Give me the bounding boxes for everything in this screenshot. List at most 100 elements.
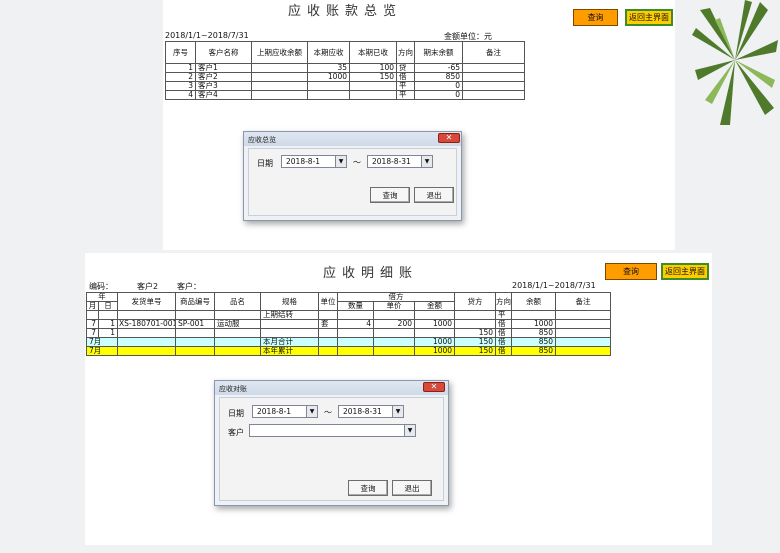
- close-icon[interactable]: ✕: [423, 382, 445, 392]
- detail-home-button[interactable]: 返回主界面: [661, 263, 709, 280]
- chevron-down-icon[interactable]: ▼: [335, 155, 347, 168]
- cell[interactable]: [251, 63, 308, 73]
- cell[interactable]: [373, 310, 415, 320]
- cell[interactable]: [214, 328, 261, 338]
- cell[interactable]: 850: [511, 337, 557, 347]
- cell[interactable]: 套: [318, 319, 338, 329]
- dialog-exit-button[interactable]: 退出: [414, 187, 454, 203]
- cell[interactable]: 客户1: [195, 63, 252, 73]
- cell[interactable]: [337, 337, 374, 347]
- cell[interactable]: [318, 337, 338, 347]
- cell[interactable]: 3: [165, 81, 196, 91]
- start-date-combo[interactable]: 2018-8-1: [281, 155, 336, 168]
- cell[interactable]: [117, 337, 176, 347]
- dialog-query-button[interactable]: 查询: [348, 480, 388, 496]
- cell[interactable]: 850: [511, 346, 557, 356]
- end-date-combo[interactable]: 2018-8-31: [338, 405, 393, 418]
- cell[interactable]: 借: [495, 328, 513, 338]
- cell[interactable]: 0: [414, 90, 463, 100]
- cell[interactable]: 1: [98, 319, 118, 329]
- cell[interactable]: 上期结转: [260, 310, 319, 320]
- cell[interactable]: 4: [337, 319, 374, 329]
- cell[interactable]: [555, 319, 612, 329]
- summary-query-button[interactable]: 查询: [573, 9, 618, 26]
- cell[interactable]: 150: [454, 337, 497, 347]
- close-icon[interactable]: ✕: [438, 133, 460, 143]
- cell[interactable]: [86, 310, 99, 320]
- cell[interactable]: [349, 90, 397, 100]
- cell[interactable]: 7: [86, 328, 99, 338]
- cell[interactable]: 200: [373, 319, 415, 329]
- cell[interactable]: [511, 310, 557, 320]
- cell[interactable]: [117, 310, 176, 320]
- cell[interactable]: [117, 328, 176, 338]
- cell[interactable]: 850: [511, 328, 557, 338]
- cell[interactable]: [307, 81, 350, 91]
- cell[interactable]: 本月合计: [260, 337, 319, 347]
- cell[interactable]: [337, 310, 374, 320]
- cell[interactable]: 1000: [413, 346, 456, 356]
- customer-combo[interactable]: [249, 424, 405, 437]
- cell[interactable]: [373, 346, 415, 356]
- cell[interactable]: 客户4: [195, 90, 252, 100]
- chevron-down-icon[interactable]: ▼: [421, 155, 433, 168]
- cell[interactable]: 150: [454, 328, 497, 338]
- cell[interactable]: 7月: [86, 346, 118, 356]
- cell[interactable]: 本年累计: [260, 346, 319, 356]
- cell[interactable]: 借: [495, 337, 513, 347]
- chevron-down-icon[interactable]: ▼: [392, 405, 404, 418]
- cell[interactable]: [251, 81, 308, 91]
- cell[interactable]: [175, 310, 215, 320]
- cell[interactable]: 2: [165, 72, 196, 82]
- chevron-down-icon[interactable]: ▼: [404, 424, 416, 437]
- cell[interactable]: [555, 346, 612, 356]
- cell[interactable]: 1000: [511, 319, 557, 329]
- end-date-combo[interactable]: 2018-8-31: [367, 155, 422, 168]
- cell[interactable]: 运动服: [214, 319, 261, 329]
- cell[interactable]: [251, 72, 308, 82]
- cell[interactable]: [454, 319, 497, 329]
- cell[interactable]: [260, 328, 319, 338]
- cell[interactable]: [318, 310, 338, 320]
- cell[interactable]: 客户2: [195, 72, 252, 82]
- cell[interactable]: 0: [414, 81, 463, 91]
- cell[interactable]: 借: [495, 319, 513, 329]
- cell[interactable]: [413, 310, 456, 320]
- dialog-exit-button[interactable]: 退出: [392, 480, 432, 496]
- cell[interactable]: [214, 337, 261, 347]
- cell[interactable]: 借: [495, 346, 513, 356]
- cell[interactable]: [462, 90, 525, 100]
- cell[interactable]: [98, 310, 118, 320]
- cell[interactable]: 7月: [86, 337, 118, 347]
- cell[interactable]: XS-180701-001: [117, 319, 176, 329]
- cell[interactable]: [117, 346, 176, 356]
- cell[interactable]: [462, 72, 525, 82]
- cell[interactable]: 贷: [396, 63, 415, 73]
- cell[interactable]: 7: [86, 319, 99, 329]
- cell[interactable]: [349, 81, 397, 91]
- cell[interactable]: 100: [349, 63, 397, 73]
- cell[interactable]: 平: [396, 81, 415, 91]
- cell[interactable]: 1000: [413, 337, 456, 347]
- cell[interactable]: [373, 328, 415, 338]
- cell[interactable]: [214, 346, 261, 356]
- cell[interactable]: 1000: [413, 319, 456, 329]
- cell[interactable]: [462, 81, 525, 91]
- cell[interactable]: 平: [396, 90, 415, 100]
- cell[interactable]: [462, 63, 525, 73]
- cell[interactable]: 借: [396, 72, 415, 82]
- dialog-query-button[interactable]: 查询: [370, 187, 410, 203]
- cell[interactable]: 150: [454, 346, 497, 356]
- cell[interactable]: 4: [165, 90, 196, 100]
- cell[interactable]: [307, 90, 350, 100]
- cell[interactable]: SP-001: [175, 319, 215, 329]
- cell[interactable]: 客户3: [195, 81, 252, 91]
- detail-query-button[interactable]: 查询: [605, 263, 657, 280]
- cell[interactable]: 1000: [307, 72, 350, 82]
- cell[interactable]: 35: [307, 63, 350, 73]
- cell[interactable]: [555, 337, 612, 347]
- cell[interactable]: [413, 328, 456, 338]
- cell[interactable]: 1: [98, 328, 118, 338]
- cell[interactable]: [337, 346, 374, 356]
- cell[interactable]: [318, 328, 338, 338]
